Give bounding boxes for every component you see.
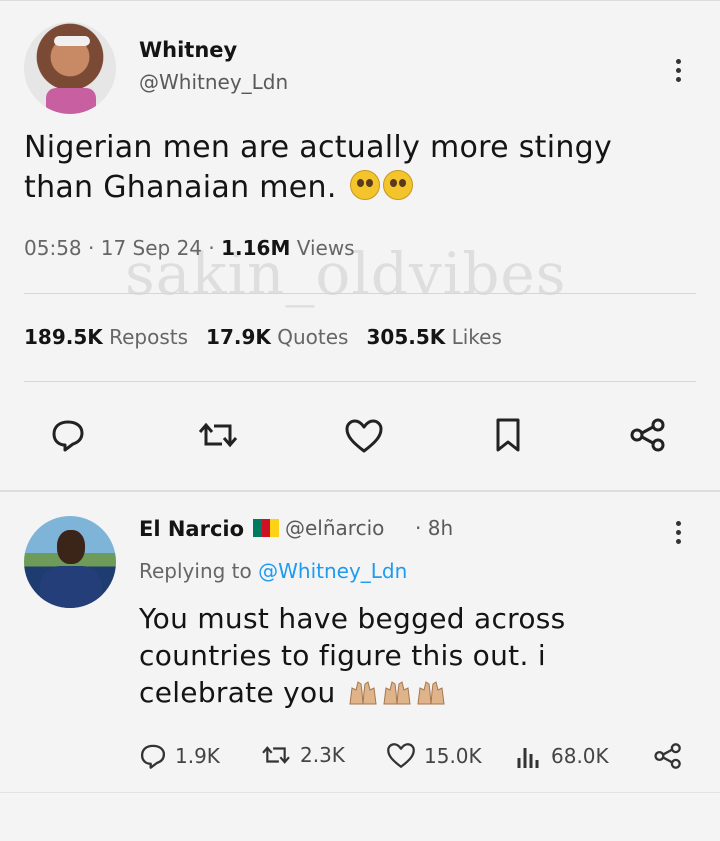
reply-author-avatar[interactable] <box>24 516 116 608</box>
replying-handle-link[interactable]: @Whitney_Ldn <box>258 559 407 583</box>
like-icon <box>387 743 415 768</box>
tweet-date[interactable]: 17 Sep 24 <box>101 236 202 260</box>
tweet-meta: 05:58 · 17 Sep 24 · 1.16M Views <box>24 236 355 260</box>
reply-author-handle[interactable]: @elñarcio <box>285 516 384 540</box>
reply-likes-count: 15.0K <box>424 743 482 768</box>
reply-icon[interactable] <box>50 417 86 453</box>
reply-text: You must have begged across countries to… <box>139 600 659 711</box>
reply-time-value: 8h <box>427 516 454 540</box>
top-border <box>0 0 720 1</box>
tweet-text: Nigerian men are actually more stingy th… <box>24 128 684 208</box>
divider <box>24 381 696 382</box>
likes-stat[interactable]: 305.5K Likes <box>366 325 501 349</box>
reposts-label: Reposts <box>109 325 189 349</box>
reposts-count: 189.5K <box>24 325 103 349</box>
author-handle[interactable]: @Whitney_Ldn <box>139 70 288 94</box>
reply-views-button[interactable]: 68.0K <box>515 742 609 770</box>
reply-reposts-button[interactable]: 2.3K <box>260 742 345 768</box>
replying-to: Replying to @Whitney_Ldn <box>139 559 407 583</box>
like-icon[interactable] <box>344 418 384 454</box>
pleading-face-emoji <box>382 170 413 200</box>
more-options-icon[interactable] <box>676 59 682 86</box>
cameroon-flag-icon <box>253 519 280 537</box>
views-icon <box>517 748 539 768</box>
raising-hands-emoji <box>349 681 377 705</box>
reply-time[interactable]: · 8h <box>415 516 453 540</box>
reply-author-name[interactable]: El Narcio <box>139 517 244 541</box>
share-icon[interactable] <box>628 417 668 453</box>
repost-icon <box>262 746 290 764</box>
reply-replies-count: 1.9K <box>175 744 220 768</box>
reply-more-options-icon[interactable] <box>676 521 682 548</box>
section-separator <box>0 490 720 492</box>
tweet-stats: 189.5K Reposts 17.9K Quotes 305.5K Likes <box>24 325 502 349</box>
views-count: 1.16M <box>221 236 291 260</box>
author-name[interactable]: Whitney <box>139 38 237 62</box>
tweet-body: Nigerian men are actually more stingy th… <box>24 130 613 205</box>
repost-icon[interactable] <box>196 417 240 453</box>
reply-replies-button[interactable]: 1.9K <box>139 742 220 770</box>
raising-hands-emoji <box>417 681 445 705</box>
author-avatar[interactable] <box>24 22 116 114</box>
likes-count: 305.5K <box>366 325 446 349</box>
views-label: Views <box>296 236 355 260</box>
reply-icon <box>140 744 166 769</box>
reply-views-count: 68.0K <box>551 744 609 768</box>
reposts-stat[interactable]: 189.5K Reposts <box>24 325 188 349</box>
reply-reposts-count: 2.3K <box>300 743 345 767</box>
reply-likes-button[interactable]: 15.0K <box>386 742 482 769</box>
quotes-stat[interactable]: 17.9K Quotes <box>206 325 348 349</box>
pleading-face-emoji <box>349 170 380 200</box>
divider <box>24 293 696 294</box>
tweet-time[interactable]: 05:58 <box>24 236 82 260</box>
replying-prefix: Replying to <box>139 559 252 583</box>
likes-label: Likes <box>451 325 502 349</box>
bookmark-icon[interactable] <box>494 417 522 453</box>
raising-hands-emoji <box>383 681 411 705</box>
reply-share-icon[interactable] <box>652 742 684 770</box>
bottom-border <box>0 792 720 793</box>
quotes-label: Quotes <box>277 325 349 349</box>
quotes-count: 17.9K <box>206 325 271 349</box>
